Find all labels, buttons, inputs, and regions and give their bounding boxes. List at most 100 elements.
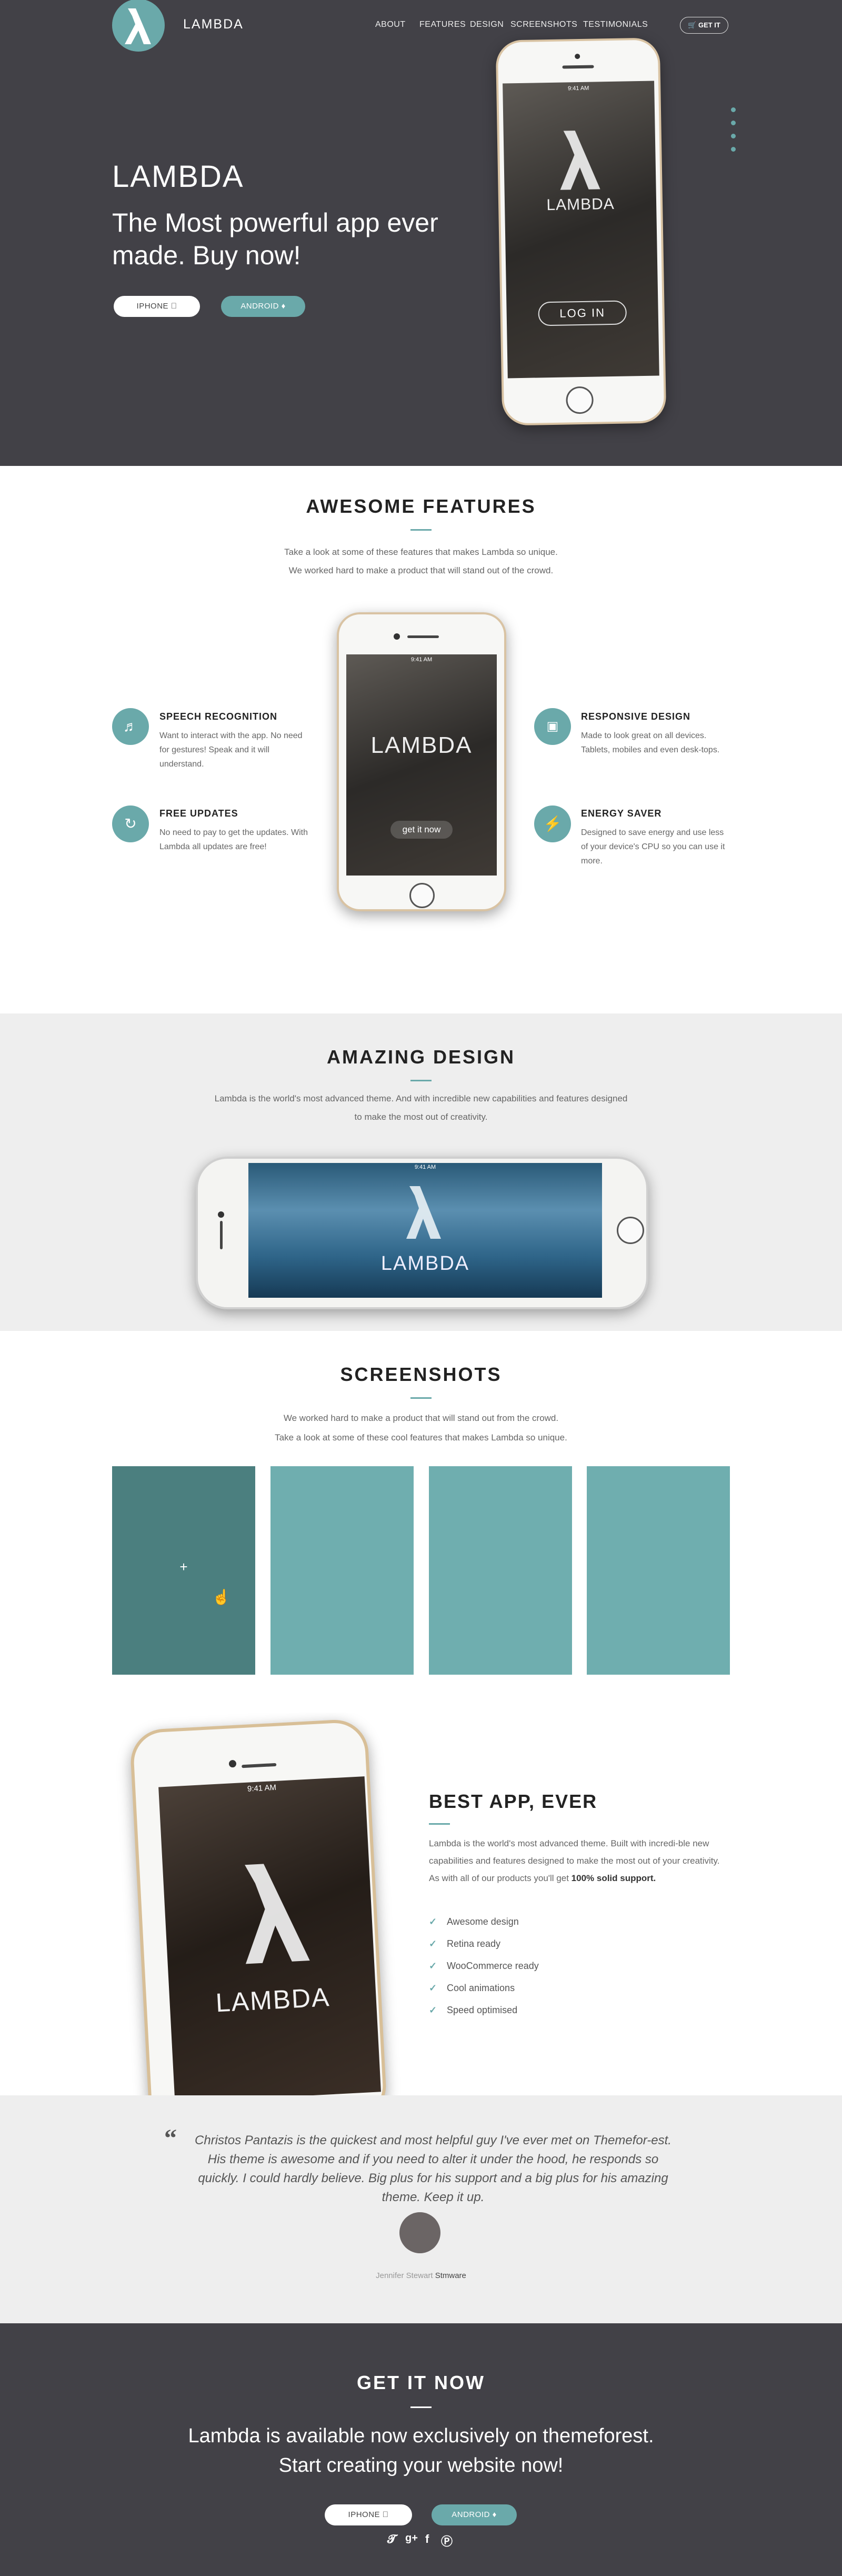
nav-design[interactable]: DESIGN <box>470 20 504 29</box>
testimonial-author-line: Jennifer Stewart Stmware <box>0 2271 842 2280</box>
best-app-text: Lambda is the world's most advanced them… <box>429 1835 729 1887</box>
slider-dot[interactable] <box>731 147 736 152</box>
speaker <box>562 65 594 69</box>
lambda-logo[interactable] <box>112 0 165 52</box>
design-lead: Lambda is the world's most advanced them… <box>214 1093 628 1122</box>
monitor-icon: ▣ <box>534 708 571 745</box>
hero-title: LAMBDA <box>112 160 244 194</box>
screenshot-tile[interactable]: + ☝ <box>112 1466 255 1675</box>
best-app-support: 100% solid support. <box>571 1873 656 1883</box>
page: LAMBDA ABOUT FEATURES DESIGN SCREENSHOTS… <box>0 0 842 2576</box>
camera <box>218 1211 224 1218</box>
hero-phone-screen: 9:41 AM LAMBDA LOG IN <box>503 81 659 379</box>
google-plus-icon[interactable]: g+ <box>405 2532 418 2544</box>
title-underline <box>410 1080 432 1081</box>
slider-dots[interactable] <box>731 107 736 160</box>
title-underline <box>410 529 432 531</box>
lambda-mark-icon <box>406 1186 441 1239</box>
camera <box>228 1759 237 1768</box>
design-phone: 9:41 AM LAMBDA <box>196 1157 648 1309</box>
slider-dot[interactable] <box>731 107 736 112</box>
screenshot-tile[interactable] <box>270 1466 414 1675</box>
slider-dot[interactable] <box>731 121 736 125</box>
phone-brand: LAMBDA <box>546 195 615 214</box>
best-app-phone-screen: 9:41 AM LAMBDA <box>158 1776 381 2095</box>
cta-line-2: Start creating your website now! <box>278 2454 564 2476</box>
features-phone-screen: 9:41 AM LAMBDA get it now <box>346 654 497 876</box>
cta-line-1: Lambda is available now exclusively on t… <box>188 2425 654 2447</box>
check-icon: ✓ <box>429 2005 437 2015</box>
phone-brand: LAMBDA <box>370 732 473 758</box>
hero-section: LAMBDA ABOUT FEATURES DESIGN SCREENSHOTS… <box>0 0 842 466</box>
phone-status-time: 9:41 AM <box>567 85 589 92</box>
hero-subtitle: The Most powerful app ever made. Buy now… <box>112 208 438 270</box>
best-app-phone: 9:41 AM LAMBDA <box>129 1718 388 2095</box>
get-it-button[interactable]: 🛒 GET IT <box>680 17 728 34</box>
title-underline <box>429 1823 450 1825</box>
camera <box>394 633 400 640</box>
feature-list-item: Cool animations <box>447 1983 515 1993</box>
camera <box>575 53 580 59</box>
title-underline <box>410 2406 432 2408</box>
features-phone: 9:41 AM LAMBDA get it now <box>337 612 506 911</box>
volume-icon: ♬ <box>112 708 149 745</box>
lambda-mark-icon <box>560 131 600 190</box>
feature-list-item: WooCommerce ready <box>447 1961 539 1971</box>
facebook-icon[interactable]: f <box>425 2532 429 2546</box>
nav-screenshots[interactable]: SCREENSHOTS <box>510 20 577 29</box>
phone-login-button[interactable]: LOG IN <box>538 300 627 326</box>
twitter-icon[interactable]: 𝓣 <box>387 2532 396 2546</box>
nav-about[interactable]: ABOUT <box>375 20 406 29</box>
feature-list-item: Speed optimised <box>447 2005 518 2015</box>
feature-text: Designed to save energy and use less of … <box>581 828 725 866</box>
screenshots-lead-2: Take a look at some of these cool featur… <box>275 1433 567 1443</box>
iphone-button[interactable]: IPHONE  <box>114 296 200 317</box>
phone-status-time: 9:41 AM <box>247 1783 277 1794</box>
features-section: AWESOME FEATURES Take a look at some of … <box>0 466 842 1013</box>
phone-brand: LAMBDA <box>215 1982 331 2018</box>
android-button[interactable]: ANDROID ♦ <box>432 2504 517 2525</box>
features-title: AWESOME FEATURES <box>306 495 536 517</box>
home-button <box>566 386 594 414</box>
testimonial-company: Stmware <box>435 2271 466 2280</box>
design-phone-screen: 9:41 AM LAMBDA <box>248 1163 602 1298</box>
design-section: AMAZING DESIGN Lambda is the world's mos… <box>0 1013 842 1331</box>
lambda-mark-icon <box>245 1864 310 1964</box>
check-icon: ✓ <box>429 1961 437 1971</box>
brand-name[interactable]: LAMBDA <box>183 17 244 32</box>
nav-testimonials[interactable]: TESTIMONIALS <box>583 20 648 29</box>
home-button <box>617 1217 644 1244</box>
zoom-plus-icon[interactable]: + <box>112 1559 255 1575</box>
feature-list-item: Awesome design <box>447 1916 519 1927</box>
check-icon: ✓ <box>429 1916 437 1927</box>
title-underline <box>410 1397 432 1399</box>
feature-list-item: Retina ready <box>447 1938 501 1949</box>
screenshot-tile[interactable] <box>587 1466 730 1675</box>
android-button[interactable]: ANDROID ♦ <box>221 296 305 317</box>
phone-get-it-button[interactable]: get it now <box>390 821 453 839</box>
phone-brand: LAMBDA <box>380 1252 470 1275</box>
cta-title: GET IT NOW <box>357 2372 485 2393</box>
screenshot-tile[interactable] <box>429 1466 572 1675</box>
screenshots-title: SCREENSHOTS <box>340 1364 502 1385</box>
best-app-section: 9:41 AM LAMBDA BEST APP, EVER Lambda is … <box>0 1713 842 2095</box>
pinterest-icon[interactable]: Ⓟ <box>441 2532 453 2549</box>
iphone-button[interactable]: IPHONE  <box>325 2504 412 2525</box>
best-app-title: BEST APP, EVER <box>429 1791 598 1812</box>
testimonial-quote: Christos Pantazis is the quickest and mo… <box>195 2133 671 2204</box>
testimonial-author: Jennifer Stewart <box>376 2271 433 2280</box>
testimonial-section: “ <box>0 2095 842 2323</box>
feature-title: ENERGY SAVER <box>581 808 662 819</box>
refresh-icon: ↻ <box>112 805 149 842</box>
nav-features[interactable]: FEATURES <box>419 20 466 29</box>
phone-status-time: 9:41 AM <box>414 1164 436 1170</box>
quote-icon: “ <box>164 2124 177 2152</box>
bolt-icon: ⚡ <box>534 805 571 842</box>
speaker <box>242 1763 277 1768</box>
feature-text: No need to pay to get the updates. With … <box>159 828 308 851</box>
slider-dot[interactable] <box>731 134 736 138</box>
features-lead-1: Take a look at some of these features th… <box>284 547 558 557</box>
avatar <box>399 2212 440 2253</box>
check-icon: ✓ <box>429 1983 437 1993</box>
speaker <box>407 635 439 638</box>
